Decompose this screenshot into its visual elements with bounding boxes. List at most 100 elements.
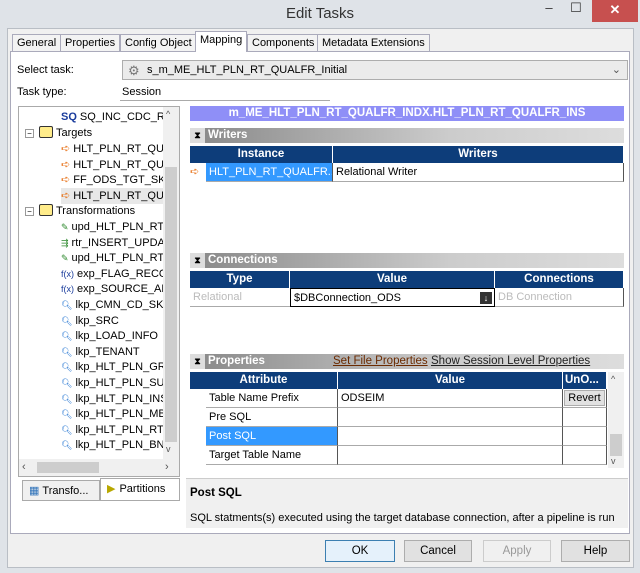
tree-item-transformation[interactable]: 🔍︎ lkp_LOAD_INFO — [61, 328, 158, 344]
cancel-button[interactable]: Cancel — [404, 540, 472, 562]
tree-item-transformation[interactable]: 🔍︎ lkp_CMN_CD_SK_ — [61, 297, 170, 313]
writers-section-header[interactable]: ⧗ Writers — [190, 128, 624, 143]
tab-metadata-extensions[interactable]: Metadata Extensions — [317, 34, 430, 52]
tree-item-transformation[interactable]: 🔍︎ lkp_TENANT — [61, 344, 140, 360]
revert-button[interactable]: Revert — [564, 390, 605, 406]
bottom-tab-transformations[interactable]: ▦ Transfo... — [22, 480, 100, 501]
tab-mapping[interactable]: Mapping — [195, 31, 248, 52]
row-header[interactable] — [190, 389, 206, 408]
row-header[interactable] — [190, 408, 206, 427]
tree-item-transformation[interactable]: f(x) exp_SOURCE_AN — [61, 281, 169, 297]
tree-vertical-scrollbar[interactable]: ^ v — [163, 107, 179, 459]
tree-item-transformation[interactable]: 🔍︎ lkp_HLT_PLN_BNF — [61, 437, 171, 453]
tree-item-target[interactable]: ➪ HLT_PLN_RT_QUA — [61, 187, 172, 204]
tree-node-transformations[interactable]: − Transformations — [25, 203, 135, 219]
row-header[interactable] — [190, 427, 206, 446]
writers-row-instance[interactable]: HLT_PLN_RT_QUALFR... — [206, 163, 333, 182]
tree-item-source-qualifier[interactable]: SQ SQ_INC_CDC_RA — [61, 109, 172, 125]
lookup-icon: 🔍︎ — [61, 346, 73, 357]
tree-item-transformation[interactable]: 🔍︎ lkp_HLT_PLN_INSF — [61, 391, 174, 407]
property-value[interactable] — [338, 408, 563, 427]
lookup-icon: 🔍︎ — [61, 424, 73, 435]
properties-scrollbar[interactable]: ^ v — [608, 372, 624, 468]
description-box: Post SQL SQL statments(s) executed using… — [186, 478, 628, 528]
lookup-icon: 🔍︎ — [61, 409, 73, 420]
help-button[interactable]: Help — [561, 540, 630, 562]
collapse-section-icon[interactable]: ⧗ — [190, 253, 205, 268]
tab-general[interactable]: General — [12, 34, 62, 52]
collapse-icon[interactable]: − — [25, 129, 34, 138]
lookup-icon: 🔍︎ — [61, 362, 73, 373]
tree-horizontal-scrollbar[interactable]: ‹ › — [19, 459, 179, 476]
bottom-tab-partitions[interactable]: ▶ Partitions — [100, 478, 180, 501]
select-task-value: s_m_ME_HLT_PLN_RT_QUALFR_Initial — [147, 64, 348, 76]
expression-icon: f(x) — [61, 268, 74, 279]
chevron-down-icon: ⌄ — [611, 64, 621, 76]
property-attribute[interactable]: Post SQL — [206, 427, 338, 446]
close-button[interactable]: ✕ — [592, 0, 638, 22]
row-header[interactable] — [190, 446, 206, 465]
tree-item-transformation[interactable]: ✎ upd_HLT_PLN_RT_ — [61, 219, 170, 235]
target-icon: ➪ — [190, 166, 200, 178]
connection-value-field[interactable]: $DBConnection_ODS ↓ — [290, 288, 495, 307]
target-icon: ➪ — [61, 174, 71, 187]
lookup-icon: 🔍︎ — [61, 331, 73, 342]
writers-header-instance: Instance — [190, 146, 333, 163]
tab-config-object[interactable]: Config Object — [120, 34, 197, 52]
show-session-level-properties-link[interactable]: Show Session Level Properties — [431, 354, 590, 369]
lookup-icon: 🔍︎ — [61, 440, 73, 451]
tree-node-targets[interactable]: − Targets — [25, 125, 92, 141]
description-text: SQL statments(s) executed using the targ… — [190, 512, 615, 524]
writers-header-writers: Writers — [333, 146, 624, 163]
tab-components[interactable]: Components — [247, 34, 320, 52]
apply-button[interactable]: Apply — [483, 540, 551, 562]
tree-item-transformation[interactable]: 🔍︎ lkp_HLT_PLN_SUB — [61, 375, 172, 391]
tree-item-transformation[interactable]: ⇶ rtr_INSERT_UPDA — [61, 235, 165, 251]
router-icon: ⇶ — [61, 237, 69, 248]
maximize-button[interactable]: ☐ — [565, 0, 587, 22]
connections-section-header[interactable]: ⧗ Connections — [190, 253, 624, 268]
connection-object: DB Connection — [495, 288, 624, 307]
property-attribute[interactable]: Target Table Name — [206, 446, 338, 465]
tree-item-target[interactable]: ➪ FF_ODS_TGT_SKI — [61, 172, 169, 188]
target-icon: ➪ — [61, 189, 71, 202]
writers-row-writer[interactable]: Relational Writer — [333, 163, 624, 182]
target-icon: ➪ — [61, 158, 71, 171]
properties-section-header[interactable]: ⧗ Properties Set File Properties Show Ses… — [190, 354, 624, 369]
set-file-properties-link[interactable]: Set File Properties — [333, 354, 428, 369]
connection-browse-icon[interactable]: ↓ — [480, 292, 492, 304]
description-title: Post SQL — [190, 487, 242, 499]
select-task-dropdown[interactable]: ⚙ s_m_ME_HLT_PLN_RT_QUALFR_Initial ⌄ — [122, 60, 628, 80]
partitions-icon: ▶ — [107, 483, 116, 495]
select-task-label: Select task: — [17, 64, 74, 76]
property-value[interactable] — [338, 427, 563, 446]
tree-item-transformation[interactable]: 🔍︎ lkp_SRC — [61, 313, 119, 329]
tab-properties[interactable]: Properties — [60, 34, 121, 52]
tree-item-transformation[interactable]: ✎ upd_HLT_PLN_RT_ — [61, 250, 170, 266]
folder-icon — [39, 204, 53, 216]
minimize-button[interactable]: – — [538, 0, 560, 22]
tree-item-target[interactable]: ➪ HLT_PLN_RT_QUA — [61, 141, 171, 157]
tree-item-transformation[interactable]: 🔍︎ lkp_HLT_PLN_MBR — [61, 406, 174, 422]
property-value[interactable] — [338, 446, 563, 465]
collapse-icon[interactable]: − — [25, 207, 34, 216]
task-type-field: Session — [120, 84, 330, 101]
properties-header-attribute: Attribute — [190, 372, 338, 389]
folder-icon — [39, 126, 53, 138]
collapse-section-icon[interactable]: ⧗ — [190, 128, 205, 143]
tree-item-target[interactable]: ➪ HLT_PLN_RT_QUA — [61, 157, 171, 173]
tree-item-transformation[interactable]: 🔍︎ lkp_HLT_PLN_RT_ — [61, 422, 170, 438]
tree-item-transformation[interactable]: f(x) exp_FLAG_RECOF — [61, 266, 174, 282]
connections-header-value: Value — [290, 271, 495, 288]
ok-button[interactable]: OK — [325, 540, 395, 562]
property-attribute[interactable]: Table Name Prefix — [206, 389, 338, 408]
property-attribute[interactable]: Pre SQL — [206, 408, 338, 427]
collapse-section-icon[interactable]: ⧗ — [190, 354, 205, 369]
update-strategy-icon: ✎ — [61, 222, 69, 232]
tree-item-transformation[interactable]: 🔍︎ lkp_HLT_PLN_GRC — [61, 359, 174, 375]
navigator-tree: SQ SQ_INC_CDC_RA − Targets ➪ HLT_PLN_RT_QUA… — [18, 106, 180, 477]
update-strategy-icon: ✎ — [61, 253, 69, 264]
task-type-label: Task type: — [17, 86, 67, 98]
property-value[interactable]: ODSEIM — [338, 389, 563, 408]
target-icon: ➪ — [61, 143, 71, 155]
